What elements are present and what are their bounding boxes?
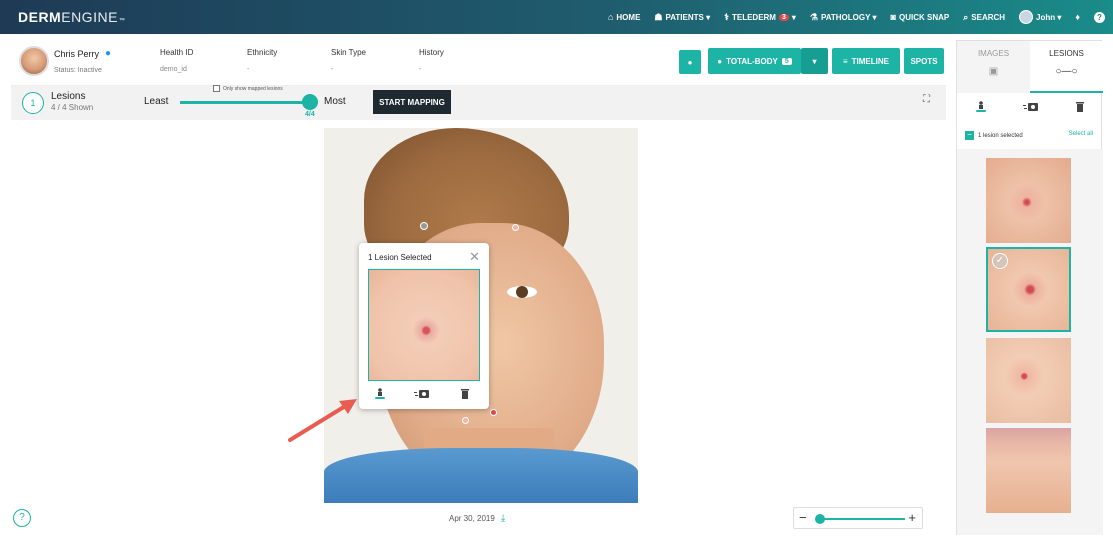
top-nav: DERM ENGINE ™ ⌂ HOME ☗ PATIENTS ▾ ⚕ TELEDERM 3… [0,0,1113,34]
fullscreen-icon[interactable]: ⛶ [923,94,930,105]
only-mapped-toggle[interactable]: Only show mapped lesions [213,85,283,92]
camera-icon[interactable] [1023,101,1039,116]
lesion-closeup-image[interactable] [368,269,480,381]
lesion-thumbnail[interactable]: ✓ [986,247,1071,332]
right-panel: IMAGES ▣ LESIONS ○—○ −1 lesion selected Se… [956,40,1103,535]
health-id-value: demo_id [160,66,187,73]
checkbox[interactable] [213,85,220,92]
close-icon[interactable]: ✕ [469,249,480,265]
total-body-button[interactable]: ● TOTAL-BODY 5 [708,48,801,74]
lesion-slider-handle[interactable] [302,94,318,110]
zoom-out-button[interactable]: − [799,510,807,525]
step-number: 1 [22,92,44,114]
ethnicity-label: Ethnicity [247,48,278,57]
timeline-icon: ≡ [842,56,848,66]
trash-icon[interactable] [460,388,470,403]
zoom-control: − + [793,507,923,529]
lesion-slider-track[interactable] [180,101,310,104]
telederm-icon: ⚕ [724,11,729,22]
lesion-popup: 1 Lesion Selected ✕ [359,243,489,409]
search-icon: ⌕ [963,11,969,22]
lesion-thumbnail[interactable] [986,338,1071,423]
nav-home[interactable]: ⌂ HOME [608,12,640,22]
slider-value: 4/4 [305,111,315,118]
deselect-checkbox[interactable]: − [965,131,974,140]
user-avatar [1019,10,1034,24]
pathology-icon: ⚗ [809,11,818,22]
bell-icon: ♦ [1075,12,1080,22]
lesion-marker[interactable] [490,409,497,416]
camera-icon[interactable] [414,388,430,403]
download-icon[interactable]: ⤓ [501,513,505,524]
patient-status: Status: Inactive [54,67,102,74]
patients-icon: ☗ [654,11,663,22]
lesion-marker[interactable] [462,417,469,424]
lesion-mapping-bar: 1 Lesions 4 / 4 Shown Least 4/4 Most Onl… [11,85,946,120]
nav-quick-snap[interactable]: ◙ QUICK SNAP [891,12,950,22]
chevron-down-icon: ▾ [812,56,817,66]
check-icon: ✓ [992,253,1008,269]
person-icon: ● [687,57,693,67]
patient-name[interactable]: Chris Perry ● [54,48,111,59]
lesion-thumbnail[interactable] [986,428,1071,513]
nav-search[interactable]: ⌕ SEARCH [963,12,1005,23]
nav-user[interactable]: John ▾ [1019,10,1061,24]
home-icon: ⌂ [607,12,614,22]
skin-type-value: - [331,66,334,73]
slider-max-label: Most [324,96,346,107]
logo[interactable]: DERM ENGINE ™ [18,9,125,25]
zoom-track[interactable] [817,518,905,520]
patient-avatar [19,46,49,76]
help-icon[interactable]: ? [1094,11,1105,23]
timeline-button[interactable]: ≡ TIMELINE [832,48,900,74]
lesion-marker[interactable] [420,222,428,230]
trash-icon[interactable] [1075,101,1085,116]
select-all-link[interactable]: Select all [1069,131,1093,137]
link-icon: ○—○ [1055,66,1078,77]
selection-summary: −1 lesion selected [965,131,1023,140]
help-button[interactable]: ? [13,509,31,527]
person-view-button[interactable]: ● [679,50,701,74]
ethnicity-value: - [247,66,250,73]
zoom-in-button[interactable]: + [908,510,916,525]
panel-tabs: IMAGES ▣ LESIONS ○—○ [957,41,1103,93]
history-value: - [419,66,422,73]
nav-telederm[interactable]: ⚕ TELEDERM 3 ▾ [724,12,796,23]
person-icon: ● [105,48,112,59]
nav-items: ⌂ HOME ☗ PATIENTS ▾ ⚕ TELEDERM 3 ▾ ⚗ PATHOLOGY… [608,0,1105,34]
health-id-label: Health ID [160,48,194,57]
nav-pathology[interactable]: ⚗ PATHOLOGY ▾ [810,12,877,23]
lesion-thumbnail[interactable] [986,158,1071,243]
images-icon: ▣ [988,66,999,77]
notification-button[interactable]: ♦ [1075,12,1080,22]
popup-title: 1 Lesion Selected [368,253,432,262]
total-body-count: 5 [781,57,792,65]
photo-date: Apr 30, 2019 ⤓ [449,513,506,524]
map-to-body-icon[interactable] [374,388,386,403]
lesions-title: Lesions [51,91,86,102]
total-body-dropdown[interactable]: ▾ [801,48,828,74]
map-to-body-icon[interactable] [975,100,987,116]
body-icon: ● [717,56,723,66]
annotation-arrow-icon [288,399,357,442]
lesion-marker[interactable] [512,224,519,231]
patient-info-bar: Chris Perry ● Status: Inactive Health ID … [11,42,946,86]
spots-button[interactable]: SPOTS [904,48,944,74]
slider-min-label: Least [144,96,169,107]
lesions-count: 4 / 4 Shown [51,103,94,112]
history-label: History [419,48,444,57]
nav-patients[interactable]: ☗ PATIENTS ▾ [654,12,710,23]
skin-type-label: Skin Type [331,48,366,57]
panel-toolbar [957,97,1103,119]
tab-images[interactable]: IMAGES ▣ [957,41,1030,93]
lesion-list: ✓ [957,149,1103,535]
tab-lesions[interactable]: LESIONS ○—○ [1030,41,1103,93]
zoom-handle[interactable] [815,514,825,524]
telederm-badge: 3 [778,13,789,21]
start-mapping-button[interactable]: START MAPPING [373,90,451,114]
camera-icon: ◙ [890,12,896,22]
